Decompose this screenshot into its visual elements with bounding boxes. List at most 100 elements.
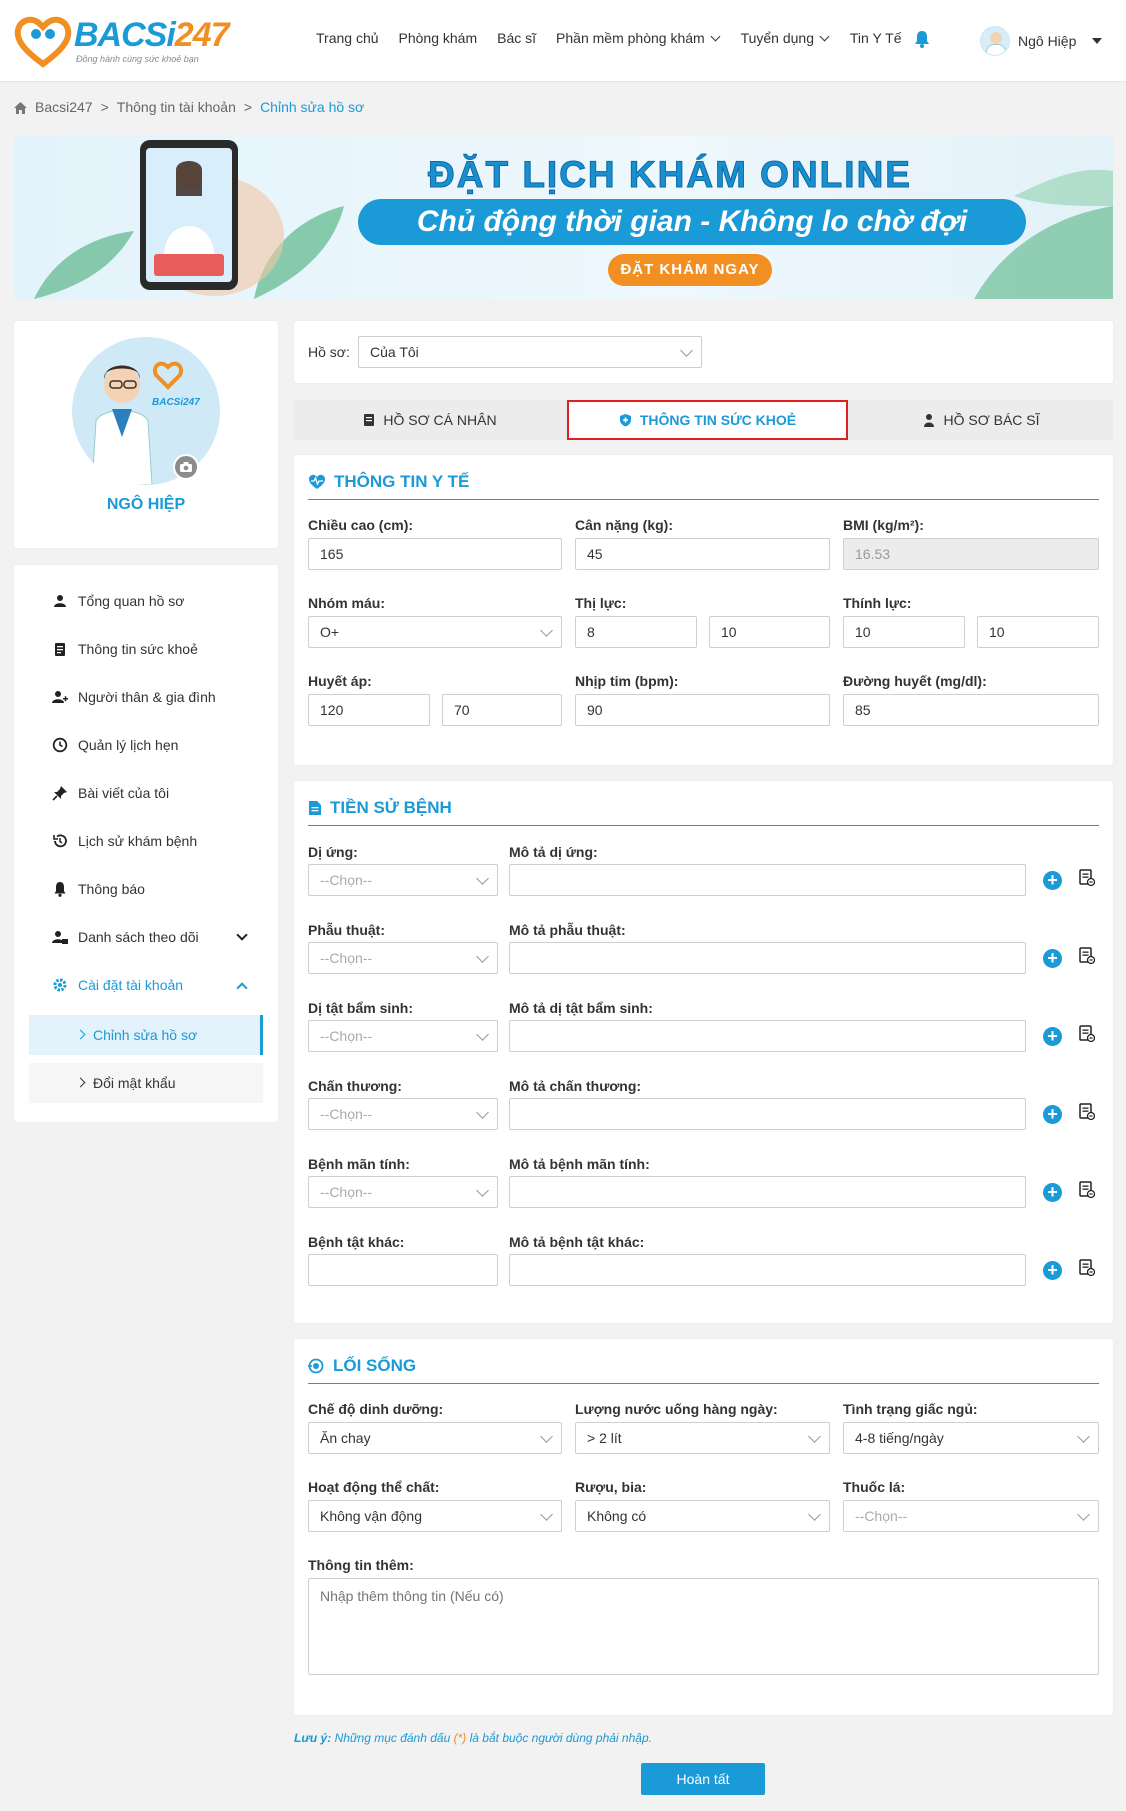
height-input[interactable]: 165: [308, 538, 562, 570]
smoking-select[interactable]: --Chọn--: [843, 1500, 1099, 1532]
smoking-label: Thuốc lá:: [843, 1479, 906, 1495]
add-chronic-button[interactable]: +: [1043, 1183, 1062, 1202]
profile-card: BACSi247 NGÔ HIỆP: [14, 321, 278, 548]
sidebar-subitem-change-password[interactable]: Đổi mật khẩu: [29, 1063, 263, 1103]
bmi-label: BMI (kg/m²):: [843, 517, 924, 533]
profile-select-value: Của Tôi: [370, 344, 419, 360]
breadcrumb-account[interactable]: Thông tin tài khoản: [117, 99, 236, 115]
surgery-select[interactable]: --Chọn--: [308, 942, 498, 974]
vision-right-value: 10: [721, 624, 737, 640]
injury-desc-input[interactable]: [509, 1098, 1026, 1130]
water-select[interactable]: > 2 lít: [575, 1422, 830, 1454]
sidebar-item-notifications[interactable]: Thông báo: [52, 881, 145, 897]
surgery-records-icon[interactable]: [1079, 947, 1095, 965]
tab-doctor-profile[interactable]: HỒ SƠ BÁC SĨ: [850, 400, 1113, 440]
sidebar-item-appointments[interactable]: Quản lý lịch hẹn: [52, 737, 178, 753]
camera-icon[interactable]: [173, 454, 199, 480]
add-congenital-button[interactable]: +: [1043, 1027, 1062, 1046]
injury-select[interactable]: --Chọn--: [308, 1098, 498, 1130]
user-menu[interactable]: Ngô Hiệp: [980, 26, 1103, 56]
pin-icon: [52, 785, 68, 801]
sidebar-subitem-edit-profile[interactable]: Chỉnh sửa hồ sơ: [29, 1015, 263, 1055]
extra-info-textarea[interactable]: [308, 1578, 1099, 1675]
activity-select[interactable]: Không vận động: [308, 1500, 562, 1532]
banner-cta-button[interactable]: ĐẶT KHÁM NGAY: [608, 254, 772, 286]
sidebar-item-health-info[interactable]: Thông tin sức khoẻ: [52, 641, 198, 657]
weight-input[interactable]: 45: [575, 538, 830, 570]
chevron-down-icon: [1077, 1430, 1090, 1443]
note-text-b: là bắt buộc người dùng phải nhập.: [469, 1731, 652, 1745]
promo-banner[interactable]: ĐẶT LỊCH KHÁM ONLINE Chủ động thời gian …: [14, 136, 1113, 299]
bp-systolic-input[interactable]: 120: [308, 694, 430, 726]
add-other-disease-button[interactable]: +: [1043, 1261, 1062, 1280]
chevron-down-icon: [540, 1430, 553, 1443]
chevron-down-icon: [476, 1106, 489, 1119]
congenital-desc-input[interactable]: [509, 1020, 1026, 1052]
chevron-down-icon: [476, 872, 489, 885]
congenital-select[interactable]: --Chọn--: [308, 1020, 498, 1052]
diet-label: Chế độ dinh dưỡng:: [308, 1401, 444, 1417]
other-disease-input[interactable]: [308, 1254, 498, 1286]
allergy-desc-input[interactable]: [509, 864, 1026, 896]
add-allergy-button[interactable]: +: [1043, 871, 1062, 890]
medical-info-card: THÔNG TIN Y TẾ Chiều cao (cm): 165 Cân n…: [294, 455, 1113, 765]
blood-type-select[interactable]: O+: [308, 616, 562, 648]
breadcrumb-home[interactable]: Bacsi247: [35, 99, 93, 115]
chronic-records-icon[interactable]: [1079, 1181, 1095, 1199]
allergy-select[interactable]: --Chọn--: [308, 864, 498, 896]
chevron-right-icon: [75, 1029, 86, 1040]
sidebar-item-history[interactable]: Lịch sử khám bệnh: [52, 833, 197, 849]
nav-software[interactable]: Phần mềm phòng khám: [556, 30, 721, 46]
allergy-records-icon[interactable]: [1079, 869, 1095, 887]
sidebar-item-following[interactable]: Danh sách theo dõi: [52, 929, 199, 945]
nav-home[interactable]: Trang chủ: [316, 30, 379, 46]
chronic-desc-input[interactable]: [509, 1176, 1026, 1208]
add-injury-button[interactable]: +: [1043, 1105, 1062, 1124]
nav-news[interactable]: Tin Y Tế: [850, 30, 902, 46]
nav-jobs[interactable]: Tuyển dụng: [741, 30, 830, 46]
congenital-records-icon[interactable]: [1079, 1025, 1095, 1043]
glucose-input[interactable]: 85: [843, 694, 1099, 726]
height-value: 165: [320, 546, 344, 562]
tab-health-info[interactable]: THÔNG TIN SỨC KHOẺ: [567, 400, 848, 440]
chronic-select[interactable]: --Chọn--: [308, 1176, 498, 1208]
site-logo[interactable]: BACSi247 Đồng hành cùng sức khoẻ bạn: [14, 14, 254, 70]
hearing-right-input[interactable]: 10: [977, 616, 1099, 648]
sidebar-item-settings[interactable]: Cài đặt tài khoản: [52, 977, 183, 993]
surgery-desc-input[interactable]: [509, 942, 1026, 974]
chevron-down-icon: [476, 1028, 489, 1041]
sidebar-item-overview[interactable]: Tổng quan hồ sơ: [52, 593, 184, 609]
heart-rate-input[interactable]: 90: [575, 694, 830, 726]
bell-icon[interactable]: [914, 30, 930, 48]
injury-records-icon[interactable]: [1079, 1103, 1095, 1121]
sleep-select[interactable]: 4-8 tiếng/ngày: [843, 1422, 1099, 1454]
allergy-select-value: --Chọn--: [320, 872, 373, 888]
sidebar-item-family[interactable]: Người thân & gia đình: [52, 689, 216, 705]
nav-doctors[interactable]: Bác sĩ: [497, 30, 536, 46]
clock-icon: [52, 737, 68, 753]
vision-right-input[interactable]: 10: [709, 616, 830, 648]
bp-diastolic-input[interactable]: 70: [442, 694, 562, 726]
chevron-down-icon[interactable]: [236, 929, 248, 941]
sidebar-item-posts[interactable]: Bài viết của tôi: [52, 785, 169, 801]
hearing-left-input[interactable]: 10: [843, 616, 965, 648]
alcohol-select[interactable]: Không có: [575, 1500, 830, 1532]
add-surgery-button[interactable]: +: [1043, 949, 1062, 968]
logo-heart-icon: [14, 16, 72, 68]
nav-clinics[interactable]: Phòng khám: [399, 30, 478, 46]
diet-select[interactable]: Ăn chay: [308, 1422, 562, 1454]
sidebar-item-label: Người thân & gia đình: [78, 689, 216, 705]
other-disease-label: Bệnh tật khác:: [308, 1234, 405, 1250]
vision-left-input[interactable]: 8: [575, 616, 697, 648]
note-prefix: Lưu ý:: [294, 1731, 332, 1745]
tab-personal[interactable]: HỒ SƠ CÁ NHÂN: [294, 400, 566, 440]
chevron-up-icon[interactable]: [236, 982, 248, 994]
submit-button[interactable]: Hoàn tất: [641, 1763, 765, 1795]
tab-label: HỒ SƠ CÁ NHÂN: [383, 412, 497, 428]
other-disease-desc-input[interactable]: [509, 1254, 1026, 1286]
section-divider: [308, 825, 1099, 826]
other-disease-records-icon[interactable]: [1079, 1259, 1095, 1277]
profile-select[interactable]: Của Tôi: [358, 336, 702, 368]
sidebar-item-label: Bài viết của tôi: [78, 785, 170, 801]
required-note: Lưu ý: Những mục đánh dấu (*) là bắt buộ…: [294, 1731, 652, 1745]
